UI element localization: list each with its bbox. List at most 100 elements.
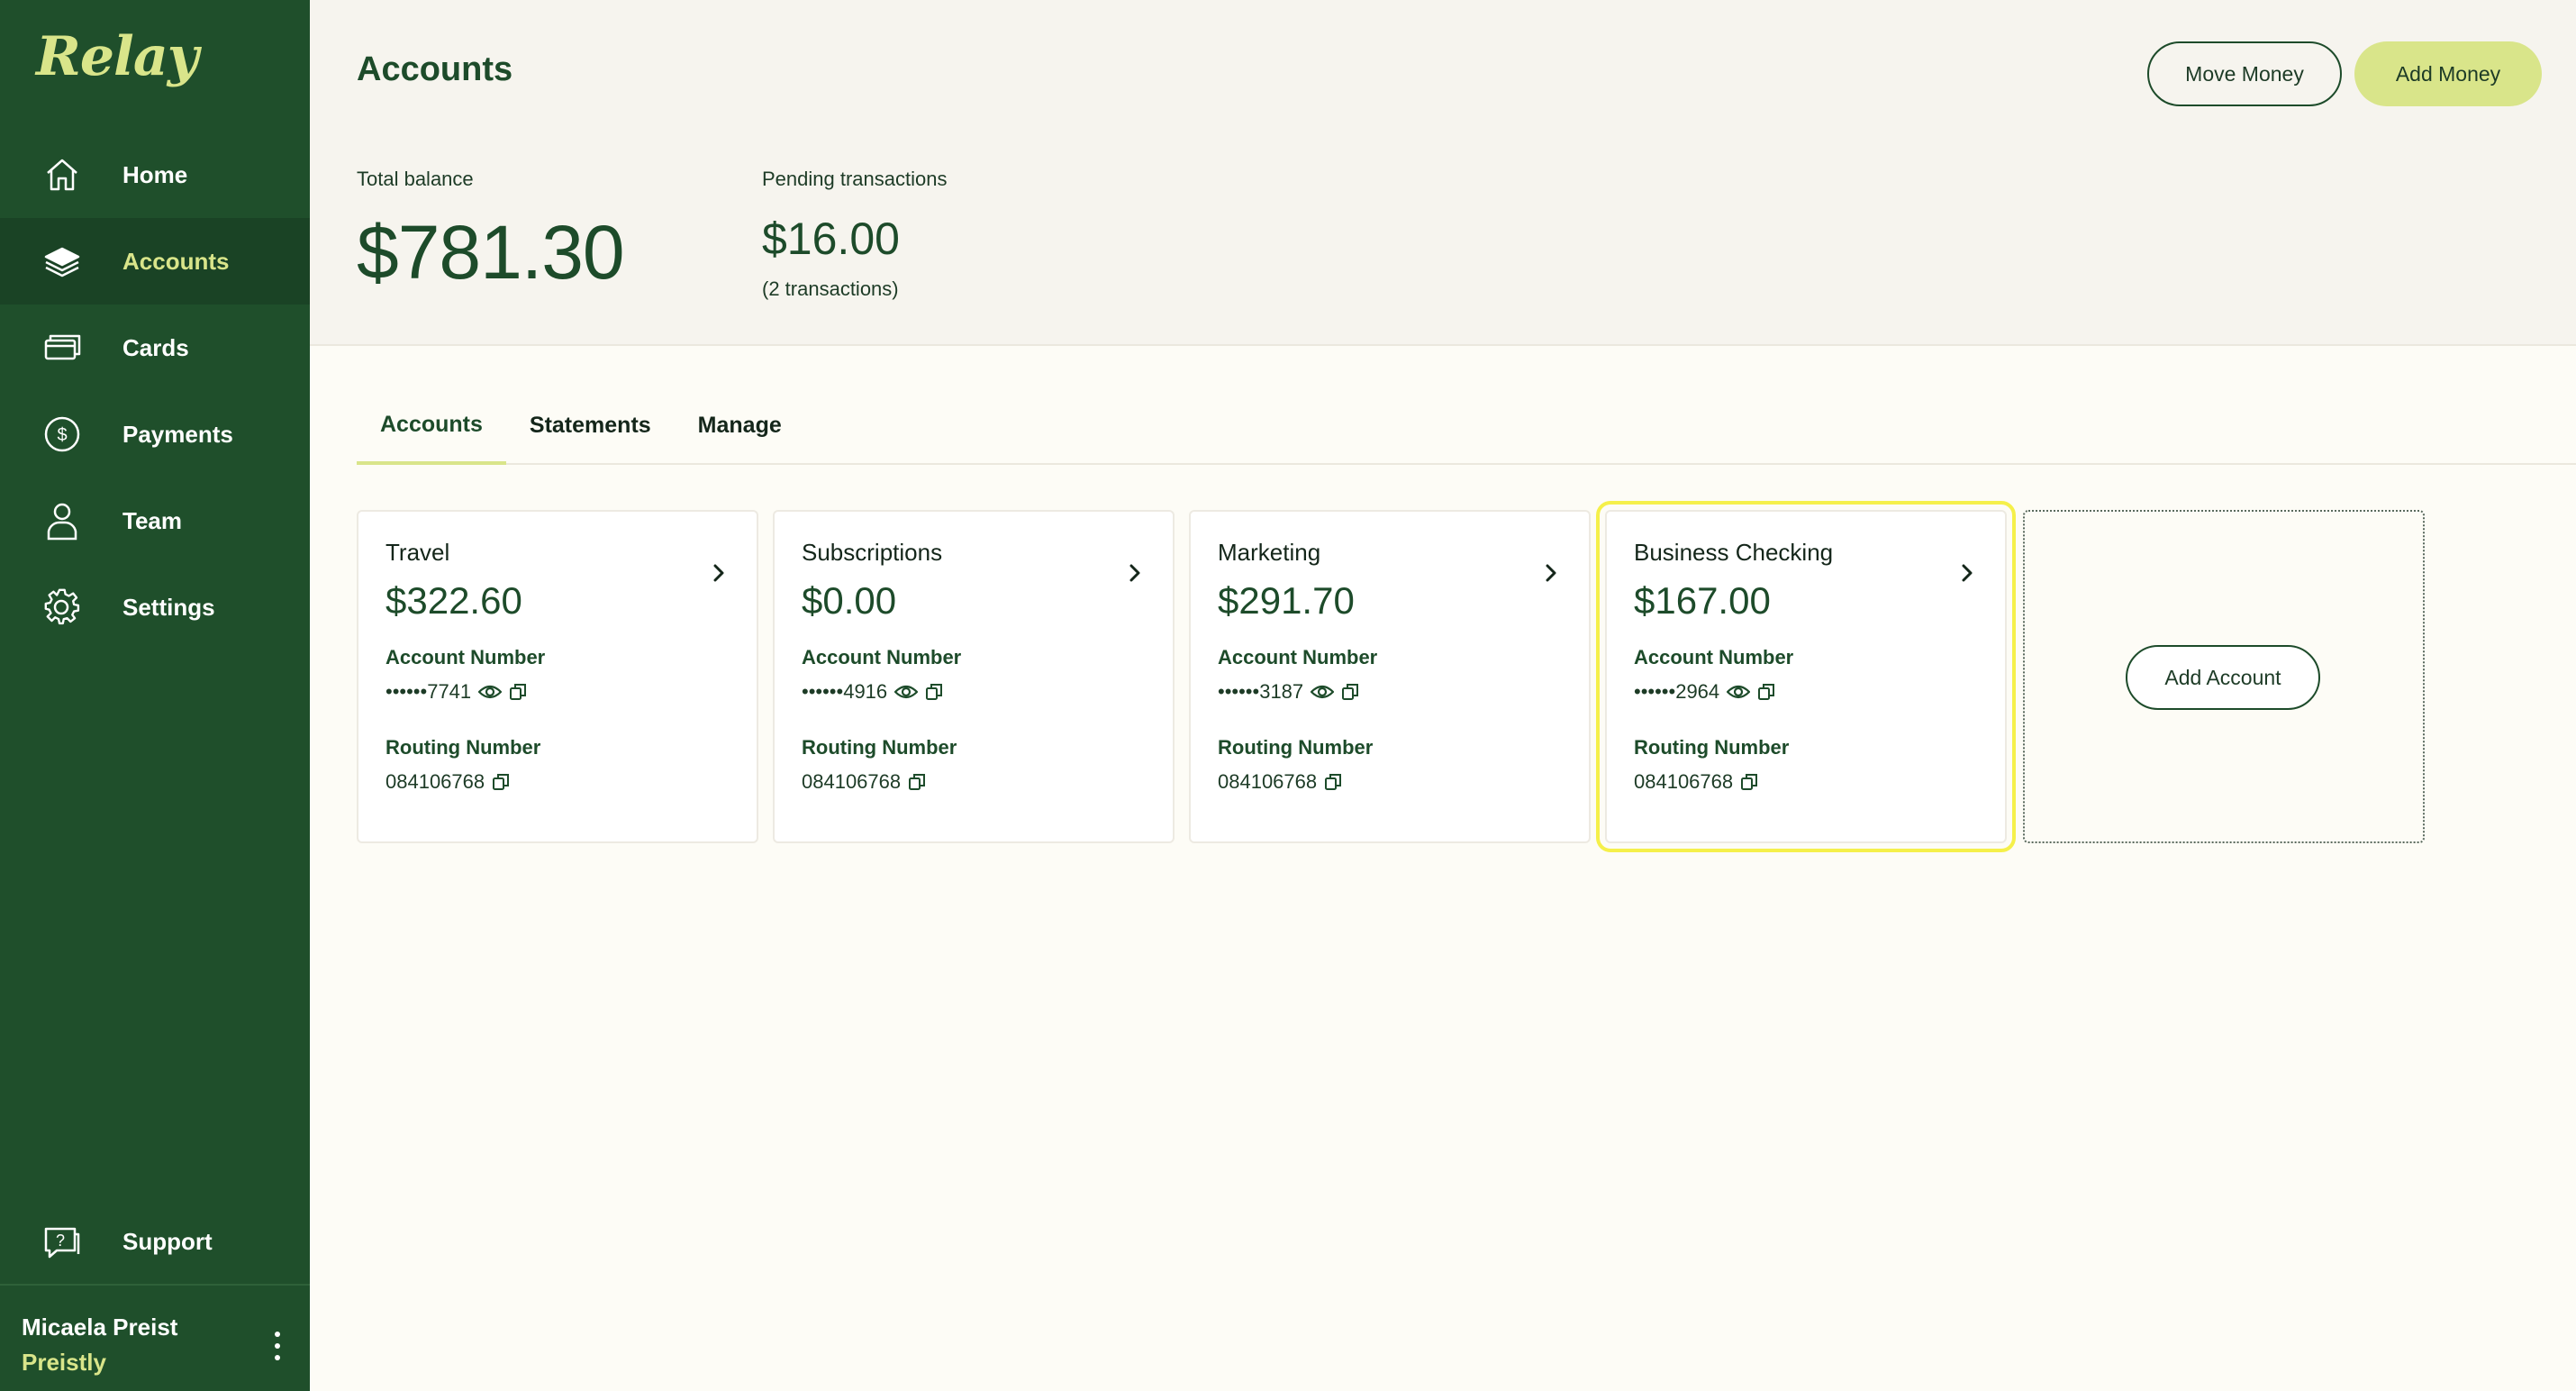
account-card-subscriptions[interactable]: Subscriptions $0.00 Account Number •••••…	[773, 510, 1175, 843]
help-chat-icon: ?	[41, 1221, 83, 1262]
routing-number-value: 084106768	[1634, 770, 1734, 793]
chevron-right-icon[interactable]	[708, 562, 730, 584]
account-balance: $291.70	[1218, 579, 1355, 622]
pending-transactions-block: Pending transactions $16.00 (2 transacti…	[762, 168, 947, 301]
page-header: Accounts Move Money Add Money Total bala…	[310, 0, 2576, 346]
gear-icon	[41, 586, 83, 628]
sidebar-item-label: Payments	[122, 420, 233, 448]
sidebar-nav: Home Accounts Cards $ Payments Team Sett…	[0, 132, 310, 650]
account-number-row: ••••••7741	[385, 680, 757, 704]
copy-icon[interactable]	[1341, 683, 1359, 701]
account-number-row: ••••••4916	[802, 680, 1173, 704]
copy-icon[interactable]	[925, 683, 943, 701]
sidebar-item-accounts[interactable]: Accounts	[0, 218, 310, 305]
eye-icon[interactable]	[1311, 684, 1335, 700]
routing-number-label: Routing Number	[802, 736, 957, 759]
sidebar-item-label: Team	[122, 506, 182, 534]
svg-text:?: ?	[56, 1232, 65, 1250]
total-balance-amount: $781.30	[357, 210, 625, 295]
account-number-value: ••••••2964	[1634, 680, 1720, 703]
routing-number-value: 084106768	[802, 770, 902, 793]
account-number-label: Account Number	[802, 646, 962, 668]
user-profile[interactable]: Micaela Preist Preistly	[22, 1314, 177, 1377]
page-title: Accounts	[357, 50, 513, 88]
total-balance-block: Total balance $781.30	[357, 168, 625, 296]
sidebar-item-home[interactable]: Home	[0, 132, 310, 218]
sidebar-item-cards[interactable]: Cards	[0, 305, 310, 391]
dollar-circle-icon: $	[41, 414, 83, 455]
home-icon	[41, 154, 83, 195]
chevron-right-icon[interactable]	[1956, 562, 1978, 584]
sidebar-item-support[interactable]: ? Support	[0, 1198, 310, 1285]
add-money-button[interactable]: Add Money	[2354, 41, 2542, 106]
user-company: Preistly	[22, 1349, 106, 1376]
account-number-value: ••••••4916	[802, 680, 888, 703]
accounts-tabs: Accounts Statements Manage	[357, 387, 2576, 465]
move-money-button[interactable]: Move Money	[2147, 41, 2342, 106]
cards-icon	[41, 327, 83, 368]
routing-number-row: 084106768	[385, 770, 757, 794]
sidebar-item-payments[interactable]: $ Payments	[0, 391, 310, 477]
routing-number-label: Routing Number	[385, 736, 541, 759]
account-balance: $0.00	[802, 579, 897, 622]
sidebar-item-label: Accounts	[122, 247, 230, 275]
account-number-label: Account Number	[385, 646, 546, 668]
routing-number-row: 084106768	[1218, 770, 1589, 794]
layers-icon	[41, 241, 83, 282]
account-name: Marketing	[1218, 539, 1321, 566]
routing-number-value: 084106768	[1218, 770, 1318, 793]
account-balance: $322.60	[385, 579, 522, 622]
account-number-value: ••••••7741	[385, 680, 472, 703]
account-card-travel[interactable]: Travel $322.60 Account Number ••••••7741…	[357, 510, 758, 843]
account-name: Business Checking	[1634, 539, 1834, 566]
eye-icon[interactable]	[894, 684, 919, 700]
sidebar: Relay Home Accounts Cards $ Payments Tea…	[0, 0, 310, 1391]
account-name: Travel	[385, 539, 450, 566]
routing-number-row: 084106768	[1634, 770, 2005, 794]
person-icon	[41, 500, 83, 541]
user-menu-kebab-icon[interactable]	[270, 1332, 285, 1360]
chevron-right-icon[interactable]	[1124, 562, 1146, 584]
total-balance-label: Total balance	[357, 168, 474, 190]
sidebar-item-label: Home	[122, 160, 188, 188]
copy-icon[interactable]	[509, 683, 527, 701]
account-number-value: ••••••3187	[1218, 680, 1304, 703]
chevron-right-icon[interactable]	[1540, 562, 1562, 584]
user-name: Micaela Preist	[22, 1314, 178, 1341]
sidebar-item-label: Cards	[122, 333, 189, 361]
account-number-label: Account Number	[1634, 646, 1794, 668]
copy-icon[interactable]	[492, 773, 510, 791]
sidebar-divider	[0, 1284, 310, 1286]
copy-icon[interactable]	[908, 773, 926, 791]
copy-icon[interactable]	[1324, 773, 1342, 791]
account-number-row: ••••••2964	[1634, 680, 2005, 704]
account-card-marketing[interactable]: Marketing $291.70 Account Number ••••••3…	[1189, 510, 1591, 843]
copy-icon[interactable]	[1757, 683, 1775, 701]
eye-icon[interactable]	[478, 684, 503, 700]
routing-number-label: Routing Number	[1218, 736, 1374, 759]
add-account-card: Add Account	[2023, 510, 2425, 843]
sidebar-item-label: Settings	[122, 593, 215, 621]
account-number-row: ••••••3187	[1218, 680, 1589, 704]
sidebar-item-team[interactable]: Team	[0, 477, 310, 564]
sidebar-item-settings[interactable]: Settings	[0, 564, 310, 650]
sidebar-item-label: Support	[122, 1227, 213, 1255]
svg-text:$: $	[57, 425, 67, 445]
copy-icon[interactable]	[1740, 773, 1758, 791]
pending-amount: $16.00	[762, 214, 900, 264]
tab-manage[interactable]: Manage	[675, 387, 805, 463]
tab-statements[interactable]: Statements	[506, 387, 675, 463]
account-balance: $167.00	[1634, 579, 1771, 622]
routing-number-value: 084106768	[385, 770, 485, 793]
account-card-business-checking[interactable]: Business Checking $167.00 Account Number…	[1596, 501, 2016, 852]
relay-logo[interactable]: Relay	[36, 25, 199, 88]
tab-accounts[interactable]: Accounts	[357, 387, 506, 465]
add-account-button[interactable]: Add Account	[2126, 645, 2320, 710]
pending-count: (2 transactions)	[762, 277, 899, 300]
pending-transactions-label: Pending transactions	[762, 168, 948, 190]
routing-number-row: 084106768	[802, 770, 1173, 794]
eye-icon[interactable]	[1727, 684, 1751, 700]
account-number-label: Account Number	[1218, 646, 1378, 668]
account-name: Subscriptions	[802, 539, 943, 566]
routing-number-label: Routing Number	[1634, 736, 1790, 759]
